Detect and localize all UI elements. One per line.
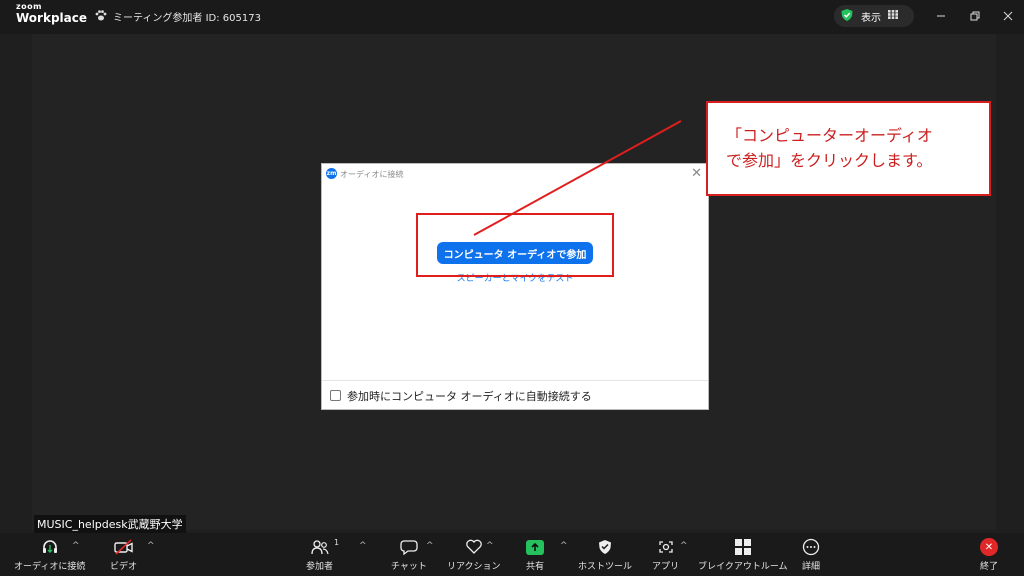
video-button[interactable]: ビデオ <box>110 538 137 572</box>
share-options-caret[interactable]: ^ <box>560 541 568 551</box>
breakout-rooms-button[interactable]: ブレイクアウトルーム <box>698 538 788 572</box>
reactions-options-caret[interactable]: ^ <box>486 541 494 551</box>
video-off-icon <box>113 538 135 556</box>
apps-button[interactable]: アプリ <box>652 538 679 572</box>
view-label: 表示 <box>861 12 881 24</box>
close-icon[interactable] <box>998 6 1018 26</box>
shield-icon <box>597 538 613 556</box>
chat-label: チャット <box>391 562 427 572</box>
auto-connect-label: 参加時にコンピュータ オーディオに自動接続する <box>347 389 592 403</box>
video-options-caret[interactable]: ^ <box>147 541 155 551</box>
minimize-icon[interactable] <box>931 6 951 26</box>
dialog-header: zm オーディオに接続 ✕ <box>322 164 708 184</box>
heart-icon <box>465 538 483 556</box>
apps-options-caret[interactable]: ^ <box>680 541 688 551</box>
breakout-icon <box>734 538 751 556</box>
grid-icon <box>888 10 898 22</box>
apps-icon <box>657 538 675 556</box>
dialog-footer: 参加時にコンピュータ オーディオに自動接続する <box>322 380 708 410</box>
end-icon: ✕ <box>980 538 998 556</box>
restore-icon[interactable] <box>965 6 985 26</box>
meeting-info[interactable]: ミーティング参加者 ID: 605173 <box>95 9 261 24</box>
participants-count: 1 <box>334 538 340 547</box>
meeting-id: ミーティング参加者 ID: 605173 <box>113 13 261 24</box>
headphone-icon <box>41 538 59 556</box>
more-button[interactable]: 詳細 <box>802 538 820 572</box>
video-label: ビデオ <box>110 562 138 572</box>
apps-label: アプリ <box>652 562 680 572</box>
chat-icon <box>400 538 418 556</box>
chat-options-caret[interactable]: ^ <box>426 541 434 551</box>
audio-options-caret[interactable]: ^ <box>72 541 80 551</box>
participant-name: MUSIC_helpdesk武蔵野大学 <box>34 515 186 533</box>
brand-top: zoom <box>16 2 42 11</box>
annotation-line-1: 「コンピューターオーディオ <box>726 126 933 145</box>
host-tools-label: ホストツール <box>578 562 633 572</box>
shield-check-icon <box>840 8 854 25</box>
participants-button[interactable]: 参加者 <box>306 538 333 572</box>
reactions-label: リアクション <box>447 562 501 572</box>
annotation-callout: 「コンピューターオーディオ で参加」をクリックします。 <box>706 101 991 196</box>
host-tools-button[interactable]: ホストツール <box>578 538 632 572</box>
audio-label: オーディオに接続 <box>14 562 86 572</box>
share-arrow-icon <box>526 538 544 556</box>
dialog-title: オーディオに接続 <box>340 170 404 179</box>
dialog-close-icon[interactable]: ✕ <box>691 166 702 181</box>
end-meeting-button[interactable]: ✕ 終了 <box>980 538 998 572</box>
auto-connect-checkbox[interactable] <box>330 390 341 401</box>
title-bar: zoom Workplace ミーティング参加者 ID: 605173 表示 <box>0 0 1024 34</box>
share-label: 共有 <box>526 562 545 572</box>
participants-label: 参加者 <box>306 562 334 572</box>
view-button[interactable]: 表示 <box>834 5 914 27</box>
audio-dialog: zm オーディオに接続 ✕ コンピュータ オーディオで参加 スピーカーとマイクを… <box>322 164 708 409</box>
more-label: 詳細 <box>802 562 821 572</box>
participants-options-caret[interactable]: ^ <box>359 541 367 551</box>
chat-button[interactable]: チャット <box>391 538 427 572</box>
paw-icon <box>95 9 107 24</box>
highlight-box <box>416 213 614 277</box>
brand-bottom: Workplace <box>16 11 88 25</box>
people-icon <box>310 538 330 556</box>
end-label: 終了 <box>980 562 999 572</box>
annotation-line-2: で参加」をクリックします。 <box>726 151 933 170</box>
zoom-logo: zoom Workplace <box>16 2 88 25</box>
more-icon <box>802 538 820 556</box>
zoom-logo-badge: zm <box>326 168 337 179</box>
breakout-label: ブレイクアウトルーム <box>698 562 788 572</box>
share-button[interactable]: 共有 <box>526 538 544 572</box>
meeting-toolbar: オーディオに接続 ^ ビデオ ^ 参加者 1 ^ チャット ^ リアクション ^… <box>0 533 1024 576</box>
